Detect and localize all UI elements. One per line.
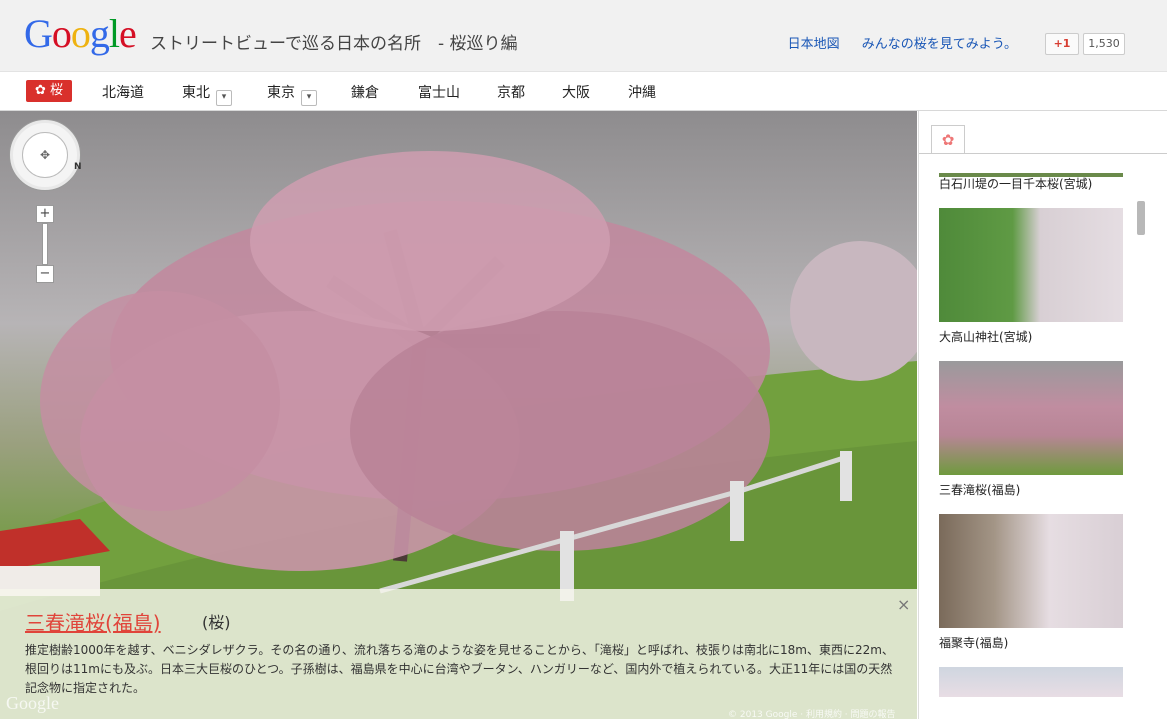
list-item-label[interactable]: 三春滝桜(福島) bbox=[939, 481, 1125, 498]
scrollbar-thumb[interactable] bbox=[1137, 201, 1145, 235]
page-title: ストリートビューで巡る日本の名所 - 桜巡り編 bbox=[150, 34, 518, 54]
plus-one-count: 1,530 bbox=[1083, 33, 1125, 55]
google-logo[interactable]: Google bbox=[24, 11, 137, 56]
logo-letter: o bbox=[51, 11, 72, 56]
region-nav: ✿ 桜 北海道 東北 ▾ 東京 ▾ 鎌倉 富士山 京都 大阪 沖縄 bbox=[0, 72, 1167, 111]
nav-item-osaka[interactable]: 大阪 bbox=[562, 82, 590, 102]
copyright-text[interactable]: © 2013 Google · 利用規約 · 問題の報告 bbox=[728, 707, 896, 719]
pan-control[interactable]: ✥ N bbox=[9, 119, 82, 191]
nav-item-kamakura[interactable]: 鎌倉 bbox=[351, 82, 379, 102]
header-links: 日本地図 みんなの桜を見てみよう。 bbox=[770, 33, 1017, 52]
nav-item-label: 東北 bbox=[182, 85, 210, 101]
list-item-label[interactable]: 大高山神社(宮城) bbox=[939, 328, 1125, 345]
chevron-down-icon[interactable]: ▾ bbox=[216, 90, 232, 106]
google-watermark: Google bbox=[6, 693, 59, 713]
nav-item-okinawa[interactable]: 沖縄 bbox=[628, 82, 656, 102]
logo-letter: G bbox=[24, 11, 53, 56]
google-plus-one-button[interactable]: +1 bbox=[1045, 33, 1079, 55]
list-item-label[interactable]: 白石川堤の一目千本桜(宮城) bbox=[939, 175, 1125, 192]
logo-letter: o bbox=[70, 11, 91, 56]
thumbnail-fukujuji[interactable] bbox=[939, 514, 1123, 628]
tab-sakura-label: 桜 bbox=[50, 83, 64, 98]
street-view-panorama[interactable]: ✥ N + − 三春滝桜(福島) (桜) × 推定樹齢1000年を越す、ベニシダ… bbox=[0, 111, 917, 719]
thumbnail-next[interactable] bbox=[939, 667, 1123, 697]
nav-item-tokyo[interactable]: 東京 ▾ bbox=[267, 82, 317, 106]
thumbnail-oodakayama[interactable] bbox=[939, 208, 1123, 322]
location-category: (桜) bbox=[202, 613, 231, 632]
location-info-panel: 三春滝桜(福島) (桜) × 推定樹齢1000年を越す、ベニシダレザクラ。その名… bbox=[0, 589, 917, 719]
zoom-slider[interactable] bbox=[42, 223, 48, 265]
nav-item-label: 東京 bbox=[267, 85, 295, 101]
logo-letter: g bbox=[89, 11, 110, 56]
zoom-out-button[interactable]: − bbox=[36, 265, 54, 283]
tab-divider bbox=[919, 153, 1167, 154]
sakura-tab-icon[interactable]: ✿ bbox=[931, 125, 965, 154]
nav-item-hokkaido[interactable]: 北海道 bbox=[102, 82, 144, 102]
location-description: 推定樹齢1000年を越す、ベニシダレザクラ。その名の通り、流れ落ちる滝のような姿… bbox=[25, 643, 894, 695]
tab-sakura[interactable]: ✿ 桜 bbox=[26, 80, 72, 102]
sakura-sidebar: ✿ 白石川堤の一目千本桜(宮城) 大高山神社(宮城) 三春滝桜(福島) 福聚寺(… bbox=[918, 111, 1167, 719]
logo-letter: e bbox=[119, 11, 137, 56]
header: Google ストリートビューで巡る日本の名所 - 桜巡り編 日本地図 みんなの… bbox=[0, 0, 1167, 72]
zoom-control: + − bbox=[36, 205, 54, 283]
list-item-label[interactable]: 福聚寺(福島) bbox=[939, 634, 1125, 651]
chevron-down-icon[interactable]: ▾ bbox=[301, 90, 317, 106]
japan-map-link[interactable]: 日本地図 bbox=[788, 37, 840, 52]
location-list: 白石川堤の一目千本桜(宮城) 大高山神社(宮城) 三春滝桜(福島) 福聚寺(福島… bbox=[939, 175, 1125, 703]
location-title-link[interactable]: 三春滝桜(福島) bbox=[25, 607, 161, 636]
nav-item-fujisan[interactable]: 富士山 bbox=[418, 82, 460, 102]
pan-arrows-icon[interactable]: ✥ bbox=[22, 132, 68, 178]
nav-item-tohoku[interactable]: 東北 ▾ bbox=[182, 82, 232, 106]
everyone-sakura-link[interactable]: みんなの桜を見てみよう。 bbox=[862, 37, 1017, 52]
compass-north-label: N bbox=[74, 162, 82, 172]
thumbnail-miharu[interactable] bbox=[939, 361, 1123, 475]
close-icon[interactable]: × bbox=[897, 595, 910, 614]
zoom-in-button[interactable]: + bbox=[36, 205, 54, 223]
nav-item-kyoto[interactable]: 京都 bbox=[497, 82, 525, 102]
logo-letter: l bbox=[108, 11, 120, 56]
